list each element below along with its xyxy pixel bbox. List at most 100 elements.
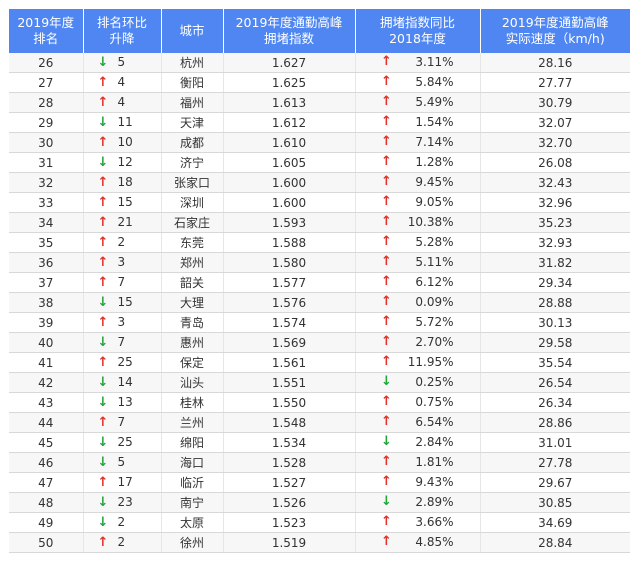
yoy-value: 5.11% <box>415 255 454 269</box>
rank-change-cell: ↓ 7 <box>83 332 162 353</box>
rank-change-value: 15 <box>117 195 133 209</box>
city-cell: 汕头 <box>161 372 224 393</box>
city-cell: 绵阳 <box>161 432 224 453</box>
arrow-up-icon: ↑ <box>381 314 392 329</box>
peak-speed-cell: 28.16 <box>480 53 630 73</box>
table-row: 48 ↓ 23 南宁 1.526 ↓ 2.89% 30.85 <box>9 492 630 513</box>
rank-change-value: 11 <box>117 115 133 129</box>
arrow-up-icon: ↑ <box>381 234 392 249</box>
rank-cell: 30 <box>9 132 84 153</box>
yoy-cell: ↓ 2.89% <box>355 492 481 513</box>
congestion-index-cell: 1.569 <box>223 332 356 353</box>
rank-change-value: 5 <box>117 455 126 469</box>
arrow-up-icon: ↑ <box>97 315 109 330</box>
city-cell: 韶关 <box>161 272 224 293</box>
congestion-ranking-table: 2019年度 排名 排名环比 升降 城市 2019年度通勤高峰 拥堵指数 拥堵指数同比 2018… <box>9 9 630 553</box>
rank-change-cell: ↑ 2 <box>83 532 162 553</box>
arrow-up-icon: ↑ <box>381 454 392 469</box>
table-row: 47 ↑ 17 临沂 1.527 ↑ 9.43% 29.67 <box>9 472 630 493</box>
city-cell: 南宁 <box>161 492 224 513</box>
city-cell: 郑州 <box>161 252 224 273</box>
congestion-index-cell: 1.580 <box>223 252 356 273</box>
yoy-cell: ↑ 5.11% <box>355 252 481 273</box>
rank-change-value: 3 <box>117 315 126 329</box>
table-row: 49 ↓ 2 太原 1.523 ↑ 3.66% 34.69 <box>9 512 630 533</box>
rank-change-value: 3 <box>117 255 126 269</box>
rank-change-cell: ↑ 7 <box>83 412 162 433</box>
rank-change-value: 2 <box>117 235 126 249</box>
peak-speed-cell: 29.34 <box>480 272 630 293</box>
rank-cell: 32 <box>9 172 84 193</box>
city-cell: 张家口 <box>161 172 224 193</box>
yoy-cell: ↓ 0.25% <box>355 372 481 393</box>
yoy-cell: ↑ 0.09% <box>355 292 481 313</box>
header-line: 2019年度通勤高峰 <box>235 15 343 30</box>
rank-cell: 38 <box>9 292 84 313</box>
peak-speed-cell: 28.84 <box>480 532 630 553</box>
congestion-index-cell: 1.613 <box>223 92 356 113</box>
peak-speed-cell: 28.86 <box>480 412 630 433</box>
table-row: 44 ↑ 7 兰州 1.548 ↑ 6.54% 28.86 <box>9 412 630 433</box>
rank-change-value: 15 <box>117 295 133 309</box>
congestion-index-cell: 1.574 <box>223 312 356 333</box>
arrow-down-icon: ↓ <box>97 515 109 530</box>
city-cell: 济宁 <box>161 152 224 173</box>
table-row: 34 ↑ 21 石家庄 1.593 ↑ 10.38% 35.23 <box>9 212 630 233</box>
rank-cell: 49 <box>9 512 84 533</box>
peak-speed-cell: 30.79 <box>480 92 630 113</box>
yoy-cell: ↓ 2.84% <box>355 432 481 453</box>
congestion-index-cell: 1.605 <box>223 152 356 173</box>
yoy-value: 1.28% <box>415 155 454 169</box>
yoy-cell: ↑ 6.54% <box>355 412 481 433</box>
peak-speed-cell: 32.96 <box>480 192 630 213</box>
city-cell: 青岛 <box>161 312 224 333</box>
header-rank-2019: 2019年度 排名 <box>9 9 84 53</box>
peak-speed-cell: 32.43 <box>480 172 630 193</box>
rank-change-cell: ↑ 17 <box>83 472 162 493</box>
table-row: 26 ↓ 5 杭州 1.627 ↑ 3.11% 28.16 <box>9 53 630 73</box>
yoy-value: 4.85% <box>415 535 454 549</box>
rank-cell: 40 <box>9 332 84 353</box>
yoy-cell: ↑ 1.54% <box>355 112 481 133</box>
congestion-index-cell: 1.625 <box>223 72 356 93</box>
peak-speed-cell: 27.78 <box>480 452 630 473</box>
city-cell: 桂林 <box>161 392 224 413</box>
table-row: 32 ↑ 18 张家口 1.600 ↑ 9.45% 32.43 <box>9 172 630 193</box>
arrow-up-icon: ↑ <box>381 54 392 69</box>
yoy-cell: ↑ 5.49% <box>355 92 481 113</box>
rank-cell: 29 <box>9 112 84 133</box>
arrow-up-icon: ↑ <box>381 74 392 89</box>
header-yoy-2018: 拥堵指数同比 2018年度 <box>355 9 481 53</box>
arrow-up-icon: ↑ <box>97 75 109 90</box>
yoy-value: 5.84% <box>415 75 454 89</box>
congestion-index-cell: 1.627 <box>223 53 356 73</box>
yoy-value: 6.54% <box>415 415 454 429</box>
rank-cell: 36 <box>9 252 84 273</box>
congestion-index-cell: 1.523 <box>223 512 356 533</box>
rank-change-value: 7 <box>117 415 126 429</box>
congestion-index-cell: 1.600 <box>223 172 356 193</box>
yoy-cell: ↑ 5.28% <box>355 232 481 253</box>
table-row: 35 ↑ 2 东莞 1.588 ↑ 5.28% 32.93 <box>9 232 630 253</box>
city-cell: 徐州 <box>161 532 224 553</box>
rank-change-cell: ↑ 15 <box>83 192 162 213</box>
peak-speed-cell: 32.93 <box>480 232 630 253</box>
arrow-up-icon: ↑ <box>381 274 392 289</box>
yoy-value: 9.45% <box>415 175 454 189</box>
table-row: 42 ↓ 14 汕头 1.551 ↓ 0.25% 26.54 <box>9 372 630 393</box>
rank-change-value: 14 <box>117 375 133 389</box>
arrow-up-icon: ↑ <box>97 95 109 110</box>
arrow-up-icon: ↑ <box>381 414 392 429</box>
arrow-up-icon: ↑ <box>381 134 392 149</box>
table-row: 39 ↑ 3 青岛 1.574 ↑ 5.72% 30.13 <box>9 312 630 333</box>
rank-cell: 35 <box>9 232 84 253</box>
peak-speed-cell: 30.85 <box>480 492 630 513</box>
header-peak-speed: 2019年度通勤高峰 实际速度（km/h) <box>480 9 630 53</box>
yoy-cell: ↑ 9.05% <box>355 192 481 213</box>
rank-change-cell: ↑ 3 <box>83 252 162 273</box>
rank-change-value: 4 <box>117 95 126 109</box>
arrow-up-icon: ↑ <box>97 195 109 210</box>
peak-speed-cell: 29.58 <box>480 332 630 353</box>
rank-change-cell: ↓ 14 <box>83 372 162 393</box>
rank-change-value: 2 <box>117 515 126 529</box>
